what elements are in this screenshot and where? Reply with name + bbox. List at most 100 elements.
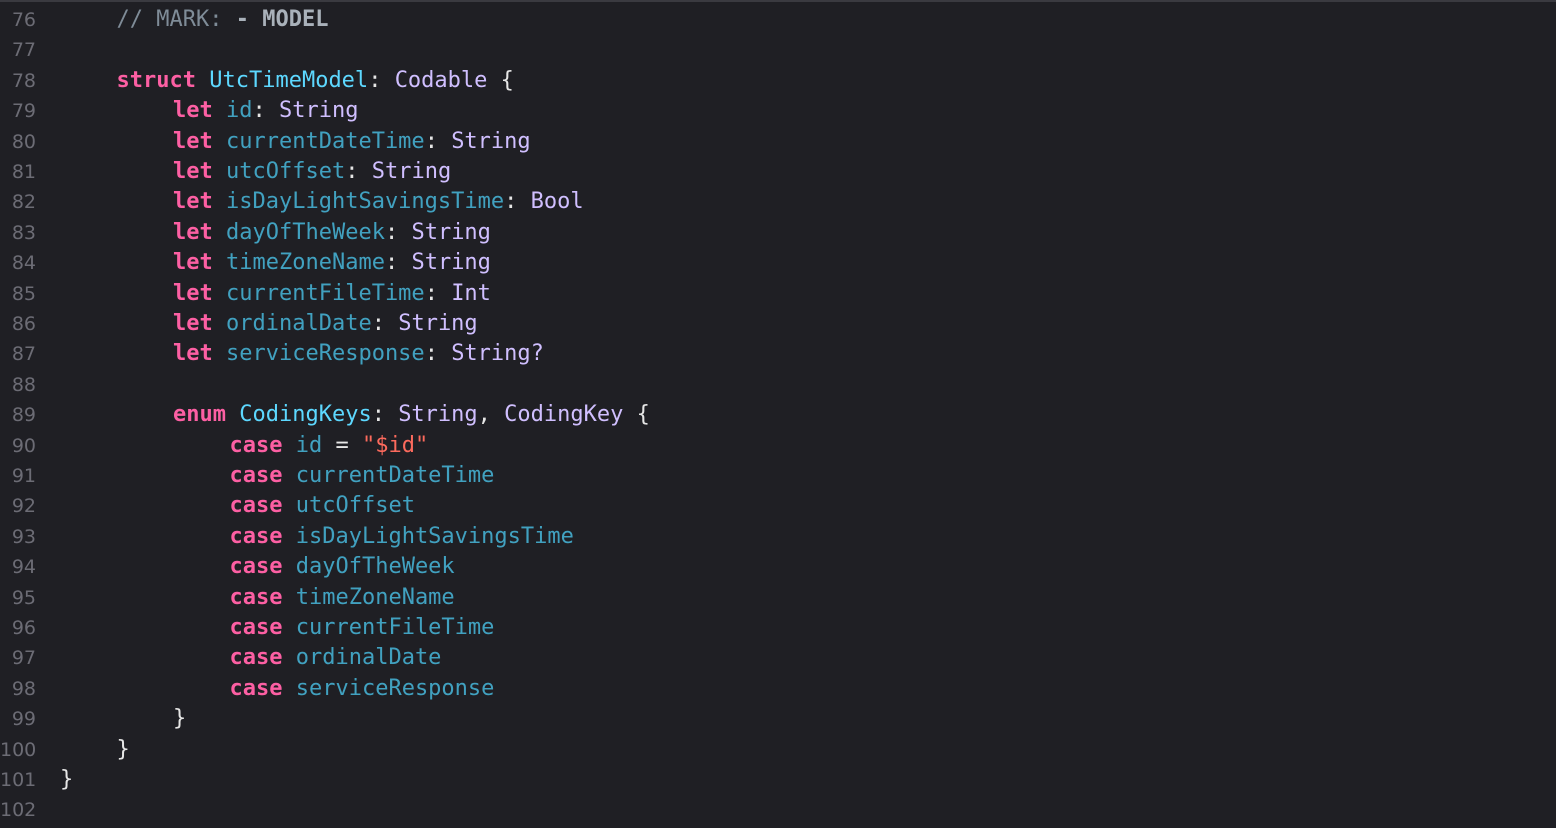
code-token: case [229,493,283,519]
code-token: CodingKey [504,402,624,428]
code-line[interactable]: 93 case isDayLightSavingsTime [0,522,1556,552]
code-token: = [322,432,362,458]
code-line[interactable]: 81 let utcOffset: String [0,157,1556,187]
code-token: : [424,341,452,367]
code-token: Codable [394,67,488,93]
code-token: ordinalDate [295,645,442,671]
code-line[interactable]: 89 enum CodingKeys: String, CodingKey { [0,400,1556,430]
code-line[interactable]: 79 let id: String [0,96,1556,126]
code-token: String [398,311,478,336]
line-number: 82 [11,191,36,214]
code-text: case currentFileTime [230,613,495,643]
code-line[interactable]: 98 case serviceResponse [0,674,1556,704]
line-number: 76 [11,9,36,31]
line-number: 77 [11,39,36,62]
code-line[interactable]: 96 case currentFileTime [0,613,1556,643]
code-token: timeZoneName [295,584,455,610]
code-token: String [279,98,359,124]
code-line[interactable]: 85 let currentFileTime: Int [0,279,1556,309]
code-line[interactable]: 84 let timeZoneName: String [0,248,1556,278]
code-token: Bool [530,189,584,215]
code-token: case [229,432,283,458]
code-line[interactable]: 76 // MARK: - MODEL [0,5,1556,35]
code-text: } [117,735,130,765]
line-number: 80 [11,130,36,153]
line-number: 81 [11,161,36,183]
code-token: let [173,341,213,367]
code-line[interactable]: 82 let isDayLightSavingsTime: Bool [0,187,1556,217]
code-line[interactable]: 95 case timeZoneName [0,583,1556,613]
code-text: let id: String [173,96,358,126]
code-token: { [487,67,514,93]
code-token: let [173,250,213,276]
code-text: case ordinalDate [230,643,442,673]
code-token: let [173,280,213,306]
code-text: let serviceResponse: String? [173,339,544,369]
code-token: struct [116,67,196,93]
code-token: enum [173,402,226,428]
code-line[interactable]: 91 case currentDateTime [0,461,1556,491]
line-number: 99 [11,708,36,731]
code-token: id [295,432,323,458]
code-line[interactable]: 87 let serviceResponse: String? [0,339,1556,369]
line-number: 86 [11,313,36,335]
code-token: } [173,706,187,732]
line-number: 91 [11,465,36,487]
code-text: let dayOfTheWeek: String [173,218,491,248]
code-editor[interactable]: 76 // MARK: - MODEL 77 78 struct UtcTimeMode… [0,0,1556,828]
code-token: UtcTimeModel [209,67,369,93]
code-line[interactable]: 77 [0,35,1556,65]
code-line[interactable]: 90 case id = "$id" [0,431,1556,461]
code-token: String [398,402,478,428]
code-token: case [229,645,283,671]
line-number: 92 [11,495,36,518]
line-number: 94 [11,556,36,579]
line-number: 85 [11,282,36,305]
code-token: String [411,219,491,245]
code-token: : [345,159,372,184]
code-line[interactable]: 97 case ordinalDate [0,643,1556,673]
code-token: currentFileTime [295,615,495,640]
code-token: : [368,67,395,93]
code-token: : [384,250,412,276]
code-line[interactable]: 102 [0,795,1556,825]
code-text: } [173,704,186,734]
line-number: 79 [11,100,36,123]
code-token: case [229,554,283,580]
code-line[interactable]: 94 case dayOfTheWeek [0,552,1556,582]
code-token: String [411,250,491,276]
code-line[interactable]: 92 case utcOffset [0,491,1556,521]
line-number: 78 [11,69,36,92]
code-line[interactable]: 88 [0,370,1556,400]
code-token: case [229,463,283,488]
code-line[interactable]: 86 let ordinalDate: String [0,309,1556,339]
code-token: ordinalDate [226,311,372,336]
code-line[interactable]: 80 let currentDateTime: String [0,127,1556,157]
code-line[interactable]: 100} [0,735,1556,765]
code-token: serviceResponse [295,675,495,701]
code-text: enum CodingKeys: String, CodingKey { [173,400,650,430]
line-number: 102 [0,799,37,822]
code-token: let [173,189,213,215]
code-text: case serviceResponse [230,674,495,704]
code-token: String [371,159,452,184]
code-text: struct UtcTimeModel: Codable { [117,66,514,96]
code-token: : [384,219,412,245]
code-line[interactable]: 83 let dayOfTheWeek: String [0,218,1556,248]
code-line[interactable]: 99} [0,704,1556,734]
code-token: timeZoneName [226,250,385,276]
code-line[interactable]: 78 struct UtcTimeModel: Codable { [0,66,1556,96]
code-token: let [173,128,213,154]
code-token: dayOfTheWeek [295,554,455,580]
code-token: utcOffset [295,493,415,519]
code-line[interactable]: 101} [0,765,1556,795]
